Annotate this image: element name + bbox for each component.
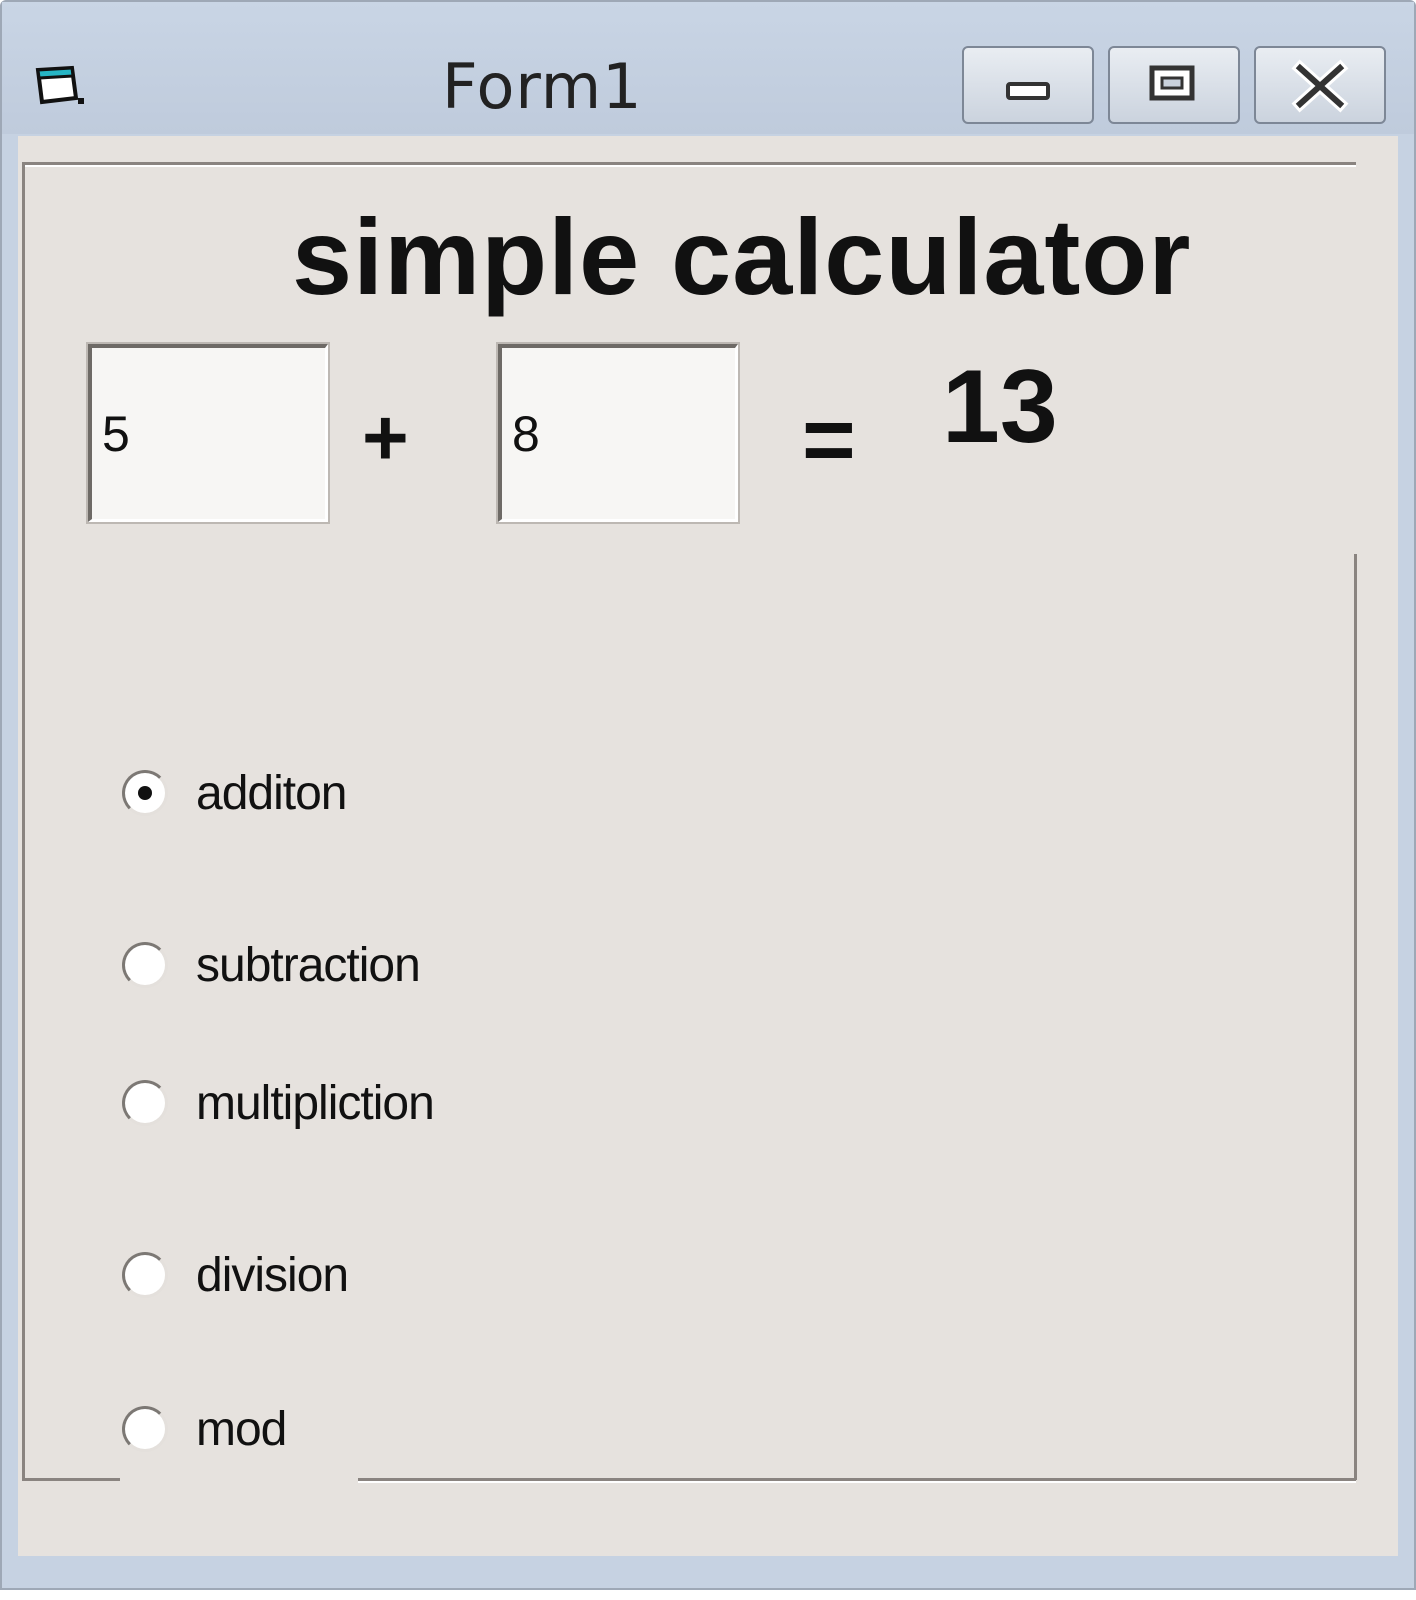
radio-division[interactable]: division bbox=[122, 1240, 349, 1310]
radio-label: subtraction bbox=[196, 938, 421, 992]
radio-multiplication[interactable]: multipliction bbox=[122, 1068, 435, 1138]
radio-button-circle[interactable] bbox=[122, 1406, 168, 1452]
radio-mod[interactable]: mod bbox=[122, 1394, 287, 1464]
radio-addition[interactable]: additon bbox=[122, 758, 347, 828]
minimize-button[interactable] bbox=[962, 46, 1094, 124]
first-number-input[interactable] bbox=[88, 344, 328, 522]
radio-button-circle[interactable] bbox=[122, 770, 168, 816]
radio-label: division bbox=[196, 1248, 349, 1302]
operator-label: + bbox=[362, 393, 409, 482]
radio-label: additon bbox=[196, 766, 347, 820]
radio-selected-dot bbox=[138, 786, 152, 800]
radio-button-circle[interactable] bbox=[122, 942, 168, 988]
equals-label: = bbox=[802, 389, 856, 491]
close-button[interactable] bbox=[1254, 46, 1386, 124]
form-icon[interactable] bbox=[32, 60, 88, 112]
app-window: Form1 simple calculator 5 + 8 = 13 addit… bbox=[0, 0, 1416, 1590]
second-number-input[interactable] bbox=[498, 344, 738, 522]
groupbox-right-border bbox=[1354, 554, 1357, 1480]
calculator-heading: simple calculator bbox=[292, 196, 1192, 317]
form-client-area: simple calculator + = 13 additon subtrac… bbox=[18, 136, 1398, 1556]
result-label: 13 bbox=[942, 349, 1058, 465]
minimize-icon bbox=[1006, 82, 1050, 100]
radio-button-circle[interactable] bbox=[122, 1252, 168, 1298]
maximize-icon bbox=[1149, 65, 1195, 101]
groupbox-top-highlight bbox=[22, 165, 1356, 167]
radio-label: mod bbox=[196, 1402, 287, 1456]
close-icon bbox=[1291, 59, 1349, 113]
radio-button-circle[interactable] bbox=[122, 1080, 168, 1126]
title-bar[interactable]: Form1 bbox=[2, 2, 1414, 134]
radio-label: multipliction bbox=[196, 1076, 435, 1130]
groupbox-bottom-highlight bbox=[358, 1481, 1356, 1483]
maximize-button[interactable] bbox=[1108, 46, 1240, 124]
groupbox-bottom-border-left bbox=[22, 1478, 120, 1481]
window-title: Form1 bbox=[442, 50, 643, 123]
groupbox-left-border bbox=[22, 162, 25, 1480]
radio-subtraction[interactable]: subtraction bbox=[122, 930, 421, 1000]
